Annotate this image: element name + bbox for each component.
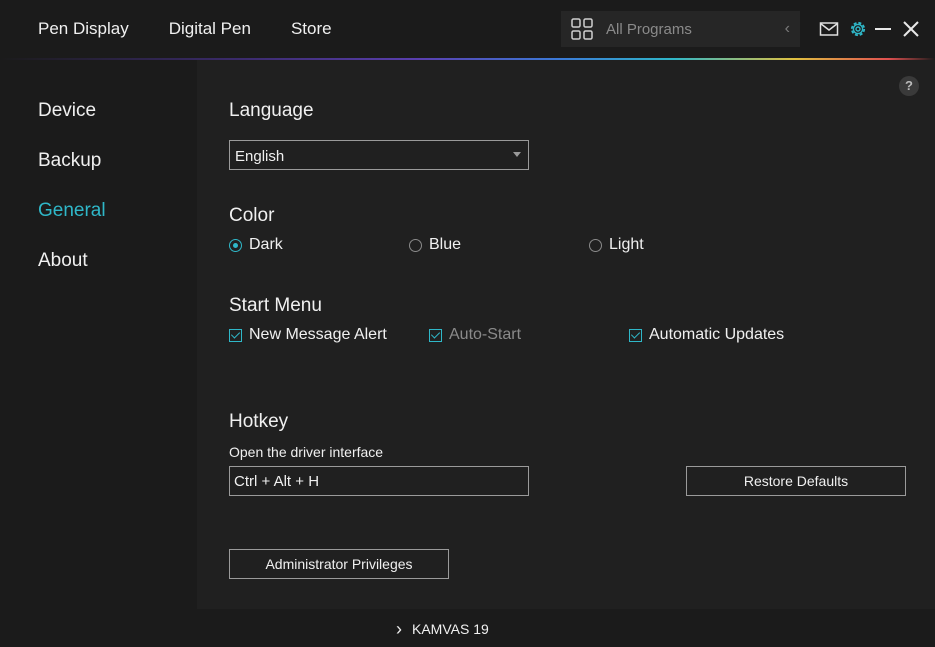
footer: › KAMVAS 19 bbox=[0, 609, 935, 647]
checkbox-label: Auto-Start bbox=[449, 326, 522, 343]
restore-defaults-button[interactable]: Restore Defaults bbox=[686, 466, 906, 496]
start-menu-title: Start Menu bbox=[229, 295, 322, 316]
checkbox-checked-icon bbox=[229, 328, 242, 342]
language-select-value: English bbox=[235, 148, 285, 165]
sidebar-item-device[interactable]: Device bbox=[38, 100, 96, 122]
color-radio-label: Light bbox=[609, 236, 644, 253]
program-selector[interactable]: All Programs ‹ bbox=[561, 11, 800, 47]
checkbox-checked-icon bbox=[629, 328, 642, 342]
radio-selected-icon bbox=[229, 238, 242, 252]
language-title: Language bbox=[229, 100, 314, 121]
nav-digital-pen[interactable]: Digital Pen bbox=[169, 19, 251, 39]
chevron-left-icon[interactable]: ‹ bbox=[785, 20, 790, 38]
program-selector-label: All Programs bbox=[606, 21, 692, 38]
sidebar: Device Backup General About bbox=[0, 60, 197, 609]
color-radio-label: Blue bbox=[429, 236, 462, 253]
nav-store[interactable]: Store bbox=[291, 19, 332, 39]
start-menu-options: New Message Alert Auto-Start Automatic U… bbox=[229, 326, 829, 348]
checkbox-label: Automatic Updates bbox=[649, 326, 785, 343]
checkbox-checked-icon bbox=[429, 328, 442, 342]
minimize-icon[interactable] bbox=[873, 19, 893, 39]
mail-icon[interactable] bbox=[819, 19, 839, 39]
sidebar-item-about[interactable]: About bbox=[38, 250, 88, 272]
color-radio-label: Dark bbox=[249, 236, 283, 253]
device-selector[interactable]: › KAMVAS 19 bbox=[396, 619, 489, 639]
chevron-down-icon bbox=[513, 152, 521, 157]
sidebar-item-general[interactable]: General bbox=[38, 200, 106, 222]
close-icon[interactable] bbox=[901, 19, 921, 39]
hotkey-title: Hotkey bbox=[229, 411, 289, 432]
top-navigation: Pen Display Digital Pen Store bbox=[38, 19, 332, 39]
chevron-right-icon: › bbox=[396, 619, 402, 639]
color-radio-light[interactable]: Light bbox=[589, 236, 644, 254]
hotkey-label: Open the driver interface bbox=[229, 444, 384, 460]
radio-unselected-icon bbox=[589, 238, 602, 252]
device-name: KAMVAS 19 bbox=[412, 621, 489, 637]
gear-icon[interactable] bbox=[848, 19, 868, 39]
nav-pen-display[interactable]: Pen Display bbox=[38, 19, 129, 39]
radio-unselected-icon bbox=[409, 238, 422, 252]
hotkey-input[interactable] bbox=[229, 466, 529, 496]
checkbox-label: New Message Alert bbox=[249, 326, 387, 343]
administrator-privileges-button[interactable]: Administrator Privileges bbox=[229, 549, 449, 579]
sidebar-item-backup[interactable]: Backup bbox=[38, 150, 101, 172]
color-options: Dark Blue Light bbox=[229, 236, 729, 258]
top-bar: Pen Display Digital Pen Store All Progra… bbox=[0, 0, 935, 58]
grid-icon bbox=[571, 18, 593, 40]
color-radio-blue[interactable]: Blue bbox=[409, 236, 461, 254]
help-icon[interactable]: ? bbox=[899, 76, 919, 96]
checkbox-auto-start[interactable]: Auto-Start bbox=[429, 326, 521, 344]
checkbox-new-message-alert[interactable]: New Message Alert bbox=[229, 326, 387, 344]
color-title: Color bbox=[229, 205, 275, 226]
language-select[interactable]: English bbox=[229, 140, 529, 170]
color-radio-dark[interactable]: Dark bbox=[229, 236, 283, 254]
checkbox-automatic-updates[interactable]: Automatic Updates bbox=[629, 326, 784, 344]
